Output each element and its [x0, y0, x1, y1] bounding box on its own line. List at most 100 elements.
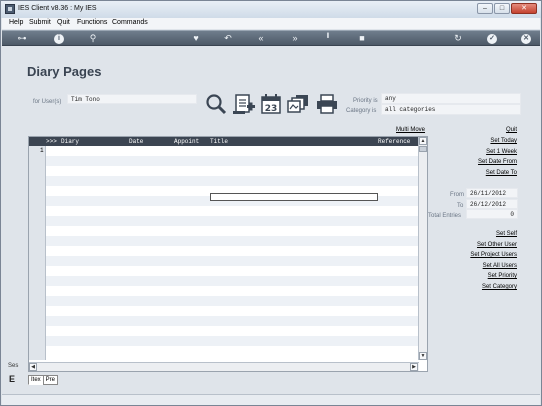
maximize-button[interactable]: □ — [494, 3, 510, 14]
date-from-field[interactable]: 26/11/2012 — [466, 188, 518, 198]
date-to-field[interactable]: 26/12/2012 — [466, 199, 518, 209]
pin-icon[interactable]: ╹ — [323, 33, 333, 44]
set-category-link[interactable]: Set Category — [482, 284, 517, 290]
col-appoint[interactable]: Appoint — [174, 138, 199, 145]
row-gutter — [29, 146, 46, 360]
set-project-users-link[interactable]: Set Project Users — [470, 252, 517, 258]
heart-icon[interactable]: ♥ — [190, 33, 202, 44]
table-row[interactable] — [46, 176, 419, 186]
side-panel-label: Ses — [8, 363, 19, 369]
stop-icon[interactable]: ■ — [357, 33, 367, 44]
title-edit-cell[interactable] — [210, 193, 378, 201]
undo-icon[interactable]: ↶ — [222, 33, 234, 44]
close-icon[interactable]: ✕ — [521, 34, 531, 44]
set-other-user-link[interactable]: Set Other User — [477, 242, 517, 248]
table-row[interactable] — [46, 286, 419, 296]
total-entries-label: Total Entries — [428, 213, 462, 219]
svg-text:23: 23 — [265, 104, 278, 114]
set-priority-link[interactable]: Set Priority — [488, 273, 517, 279]
side-panel-glyph: E — [9, 374, 16, 384]
app-window: IES Client v8.36 : My IES – □ ✕ Help Sub… — [0, 0, 542, 406]
title-bar: IES Client v8.36 : My IES – □ ✕ — [1, 1, 541, 18]
minimize-button[interactable]: – — [477, 3, 493, 14]
table-row[interactable] — [46, 326, 419, 336]
table-row[interactable] — [46, 166, 419, 176]
status-bar — [2, 394, 540, 405]
total-entries-value: 0 — [466, 209, 518, 219]
table-row[interactable] — [46, 336, 419, 346]
to-label: To — [457, 203, 464, 209]
scroll-right-icon[interactable]: ▶ — [410, 363, 418, 371]
menu-submit[interactable]: Submit — [29, 19, 51, 26]
col-title[interactable]: Title — [210, 138, 228, 145]
row-number: 1 — [40, 147, 44, 154]
table-row[interactable] — [46, 306, 419, 316]
menu-functions[interactable]: Functions — [77, 19, 107, 26]
menu-quit[interactable]: Quit — [57, 19, 70, 26]
table-row[interactable] — [46, 296, 419, 306]
col-diary[interactable]: Diary — [61, 138, 79, 145]
bottom-tabs: Itex Pre — [28, 375, 59, 385]
tab-pre[interactable]: Pre — [42, 375, 59, 385]
table-row[interactable] — [46, 266, 419, 276]
app-logo-icon — [5, 4, 15, 14]
print-icon[interactable] — [315, 93, 339, 115]
col-select[interactable]: >>> — [46, 138, 57, 145]
scroll-left-icon[interactable]: ◀ — [29, 363, 37, 371]
table-row[interactable] — [46, 226, 419, 236]
menu-bar: Help Submit Quit Functions Commands — [2, 18, 540, 29]
col-date[interactable]: Date — [129, 138, 143, 145]
set-1-week-link[interactable]: Set 1 Week — [486, 149, 517, 155]
info-icon[interactable]: i — [54, 34, 64, 44]
vertical-scrollbar[interactable]: ▲ ▼ — [418, 137, 427, 360]
page-title: Diary Pages — [27, 64, 102, 79]
diary-grid: >>> Diary Date Appoint Title Reference 1 — [28, 136, 428, 372]
category-label: Category is — [346, 108, 377, 114]
table-row[interactable] — [46, 246, 419, 256]
scroll-down-icon[interactable]: ▼ — [419, 352, 427, 360]
menu-commands[interactable]: Commands — [112, 19, 148, 26]
set-date-to-link[interactable]: Set Date To — [486, 170, 517, 176]
priority-field[interactable]: any — [381, 93, 521, 104]
table-row[interactable] — [46, 256, 419, 266]
calendar-icon[interactable]: 23 — [260, 93, 282, 115]
col-reference[interactable]: Reference — [378, 138, 410, 145]
set-today-link[interactable]: Set Today — [490, 138, 517, 144]
forward-icon[interactable]: » — [289, 33, 301, 44]
menu-help[interactable]: Help — [9, 19, 23, 26]
set-date-from-link[interactable]: Set Date From — [478, 159, 517, 165]
tab-itex[interactable]: Itex — [28, 375, 44, 385]
scroll-thumb[interactable] — [419, 146, 427, 152]
table-row[interactable] — [46, 346, 419, 356]
window-title: IES Client v8.36 : My IES — [18, 5, 97, 12]
table-row[interactable] — [46, 276, 419, 286]
toolbar: ⊶ i ⚲ ♥ ↶ « » ╹ ■ ↻ ✓ ✕ — [2, 30, 540, 46]
close-window-button[interactable]: ✕ — [511, 3, 537, 14]
check-icon[interactable]: ✓ — [487, 34, 497, 44]
copy-pages-icon[interactable] — [286, 93, 310, 115]
key-icon[interactable]: ⊶ — [12, 33, 32, 44]
quit-link[interactable]: Quit — [506, 127, 517, 133]
search-icon[interactable]: ⚲ — [87, 33, 99, 44]
grid-header: >>> Diary Date Appoint Title Reference — [29, 137, 419, 146]
refresh-icon[interactable]: ↻ — [452, 33, 464, 44]
horizontal-scrollbar[interactable]: ◀ ▶ — [29, 362, 419, 371]
set-self-link[interactable]: Set Self — [496, 231, 517, 237]
main-panel: Diary Pages for User(s) Tim Tono 23 Prio… — [6, 47, 537, 392]
table-row[interactable] — [46, 236, 419, 246]
category-field[interactable]: all categories — [381, 104, 521, 115]
priority-label: Priority is — [353, 98, 378, 104]
table-row[interactable] — [46, 146, 419, 156]
rewind-icon[interactable]: « — [255, 33, 267, 44]
scroll-up-icon[interactable]: ▲ — [419, 137, 427, 145]
search-icon[interactable] — [205, 93, 227, 115]
for-users-field[interactable]: Tim Tono — [67, 94, 197, 104]
table-row[interactable] — [46, 216, 419, 226]
table-row[interactable] — [46, 156, 419, 166]
from-label: From — [450, 192, 464, 198]
multi-move-link[interactable]: Multi Move — [396, 127, 425, 133]
table-row[interactable] — [46, 206, 419, 216]
new-entry-icon[interactable] — [232, 93, 256, 115]
set-all-users-link[interactable]: Set All Users — [483, 263, 517, 269]
table-row[interactable] — [46, 316, 419, 326]
